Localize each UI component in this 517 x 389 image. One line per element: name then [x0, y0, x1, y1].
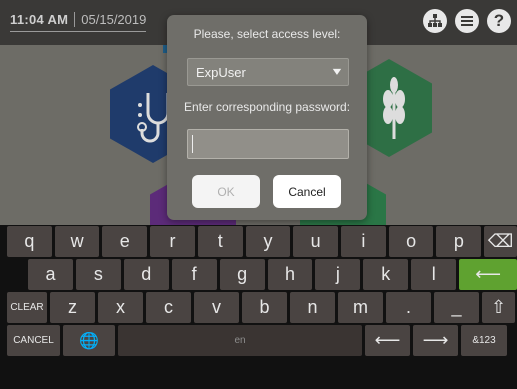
key-m[interactable]: m	[338, 292, 383, 323]
key-r[interactable]: r	[150, 226, 195, 257]
key-y[interactable]: y	[245, 226, 291, 257]
backspace-key[interactable]: ⌫	[484, 226, 517, 257]
key-n[interactable]: n	[290, 292, 335, 323]
menu-icon[interactable]	[455, 9, 479, 33]
network-icon[interactable]	[423, 9, 447, 33]
top-icons: ?	[423, 9, 511, 33]
key-f[interactable]: f	[171, 259, 217, 290]
time-display: 11:04 AM	[10, 12, 69, 27]
cancel-key[interactable]: CANCEL	[7, 325, 60, 356]
enter-key[interactable]: ⟵	[459, 259, 517, 290]
right-arrow-key[interactable]: ⟶	[413, 325, 458, 356]
key-v[interactable]: v	[194, 292, 239, 323]
key-x[interactable]: x	[98, 292, 143, 323]
key-t[interactable]: t	[197, 226, 243, 257]
cancel-button[interactable]: Cancel	[273, 175, 341, 208]
left-arrow-key[interactable]: ⟵	[365, 325, 410, 356]
access-level-dialog: Please, select access level: ExpUser ▾ E…	[167, 15, 367, 220]
key-l[interactable]: l	[411, 259, 457, 290]
key-z[interactable]: z	[50, 292, 95, 323]
key-s[interactable]: s	[75, 259, 121, 290]
access-level-select[interactable]: ExpUser ▾	[187, 58, 349, 86]
password-label: Enter corresponding password:	[183, 100, 351, 114]
text-caret	[192, 135, 193, 153]
ok-button[interactable]: OK	[192, 175, 260, 208]
on-screen-keyboard: q w e r t y u i o p ⌫ a s d f g h j k l …	[0, 225, 517, 389]
clock: 11:04 AM 05/15/2019	[10, 12, 147, 32]
clock-divider	[74, 12, 76, 27]
key-d[interactable]: d	[123, 259, 169, 290]
date-display: 05/15/2019	[81, 12, 147, 27]
globe-icon[interactable]: 🌐	[63, 325, 115, 356]
password-field[interactable]	[187, 129, 349, 159]
space-key[interactable]: en	[118, 325, 362, 356]
key-e[interactable]: e	[102, 226, 148, 257]
key-q[interactable]: q	[7, 226, 52, 257]
key-c[interactable]: c	[146, 292, 191, 323]
clear-key[interactable]: CLEAR	[7, 292, 47, 323]
key-w[interactable]: w	[54, 226, 100, 257]
key-i[interactable]: i	[341, 226, 386, 257]
key-a[interactable]: a	[28, 259, 73, 290]
key-period[interactable]: .	[386, 292, 431, 323]
key-j[interactable]: j	[315, 259, 361, 290]
key-u[interactable]: u	[293, 226, 339, 257]
access-level-value: ExpUser	[196, 65, 246, 80]
key-b[interactable]: b	[242, 292, 287, 323]
key-o[interactable]: o	[388, 226, 434, 257]
dialog-title: Please, select access level:	[193, 27, 341, 41]
key-p[interactable]: p	[436, 226, 482, 257]
help-icon[interactable]: ?	[487, 9, 511, 33]
numeric-key[interactable]: &123	[461, 325, 507, 356]
shift-key[interactable]: ⇧	[482, 292, 515, 323]
chevron-down-icon: ▾	[332, 64, 342, 78]
key-h[interactable]: h	[267, 259, 313, 290]
key-g[interactable]: g	[219, 259, 265, 290]
key-k[interactable]: k	[363, 259, 409, 290]
key-underscore[interactable]: _	[434, 292, 479, 323]
